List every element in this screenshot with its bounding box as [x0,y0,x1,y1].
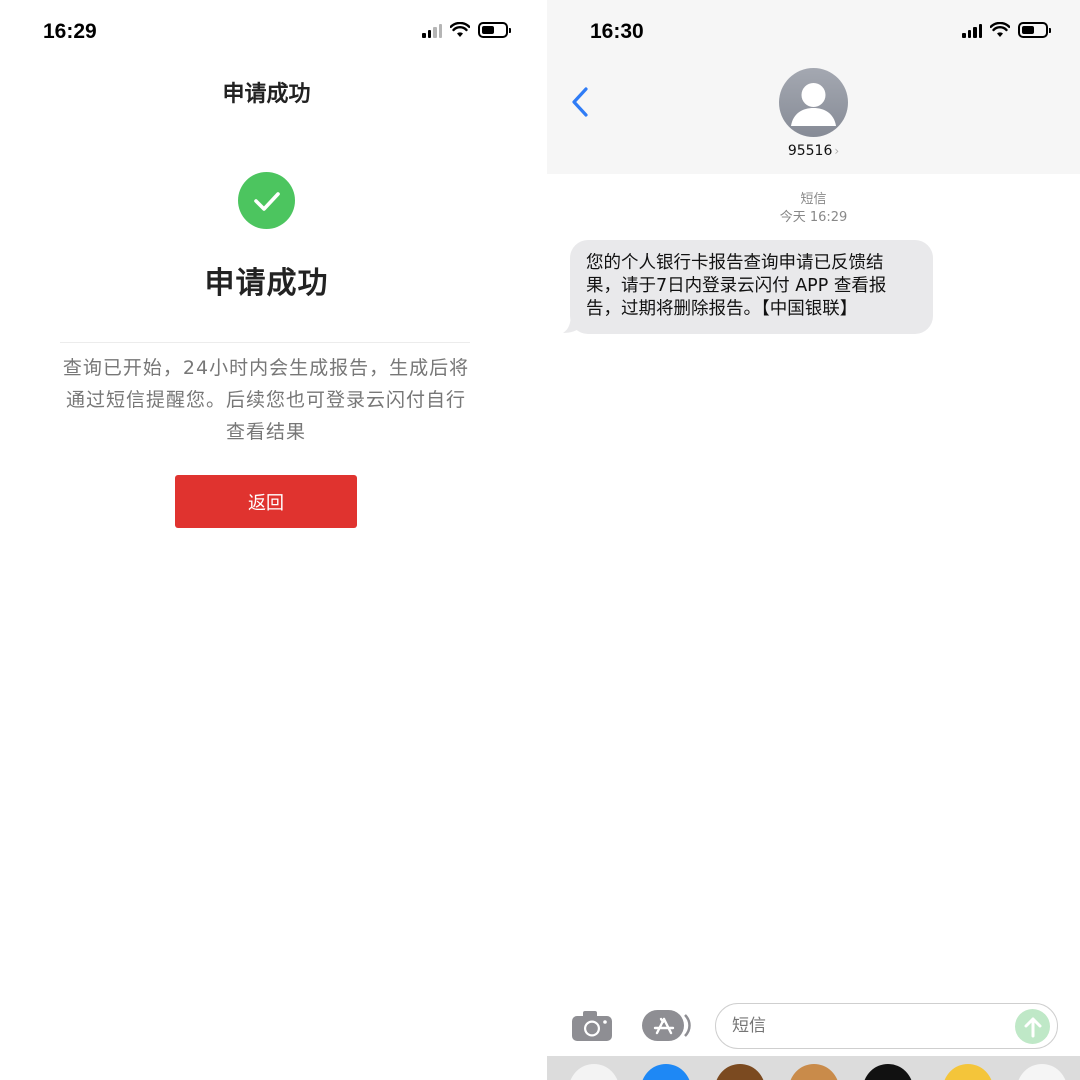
thread-label: 短信 [800,192,827,207]
messages-screen: 16:30 95516 › 短信 今天 16:29 您的个人银行卡报告查询申请已… [547,0,1080,1080]
avatar-icon[interactable] [779,68,848,137]
music-app-icon[interactable] [943,1064,993,1080]
status-bar: 16:30 [547,0,1080,66]
send-arrow-icon [1024,1017,1041,1037]
imessage-app-tray [547,1056,1080,1080]
status-time: 16:29 [43,20,97,43]
success-description: 查询已开始，24小时内会生成报告，生成后将通过短信提醒您。后续您也可登录云闪付自… [62,357,470,443]
battery-icon [1018,22,1051,38]
thread-timestamp: 今天 16:29 [779,210,848,225]
back-chevron-icon[interactable] [565,84,595,120]
contact-name[interactable]: 95516 › [547,143,1080,159]
status-time: 16:30 [590,20,644,43]
camera-icon[interactable] [571,1010,613,1042]
success-check-icon [238,172,295,229]
incoming-message[interactable]: 您的个人银行卡报告查询申请已反馈结果，请于7日内登录云闪付 APP 查看报告，过… [570,240,933,334]
message-input[interactable] [715,1003,1058,1049]
wifi-icon [450,22,470,37]
application-success-screen: 16:29 申请成功 申请成功 查询已开始，24小时内会生成报告，生成后将通过短… [0,0,540,1080]
status-bar: 16:29 [0,0,540,66]
cellular-signal-icon [422,22,442,38]
send-button[interactable] [1015,1009,1050,1044]
app-store-app-icon[interactable] [641,1064,691,1080]
status-icons [962,22,1051,38]
digital-touch-icon[interactable] [863,1064,913,1080]
gift-app-icon[interactable] [1017,1064,1067,1080]
status-icons [422,22,511,38]
success-title: 申请成功 [204,266,329,301]
wifi-icon [990,22,1010,37]
photos-app-icon[interactable] [569,1064,619,1080]
chevron-right-icon: › [834,144,840,158]
memoji-app-icon[interactable] [715,1064,765,1080]
app-store-icon[interactable] [641,1009,693,1042]
battery-icon [478,22,511,38]
contact-number: 95516 [787,143,833,159]
return-button[interactable]: 返回 [175,475,357,528]
cellular-signal-icon [962,22,982,38]
panel-gap [540,0,547,1080]
memoji-stickers-icon[interactable] [789,1064,839,1080]
divider [60,342,470,343]
message-composer [547,995,1080,1057]
nav-title: 申请成功 [222,82,311,107]
conversation-header: 16:30 95516 › [547,0,1080,174]
